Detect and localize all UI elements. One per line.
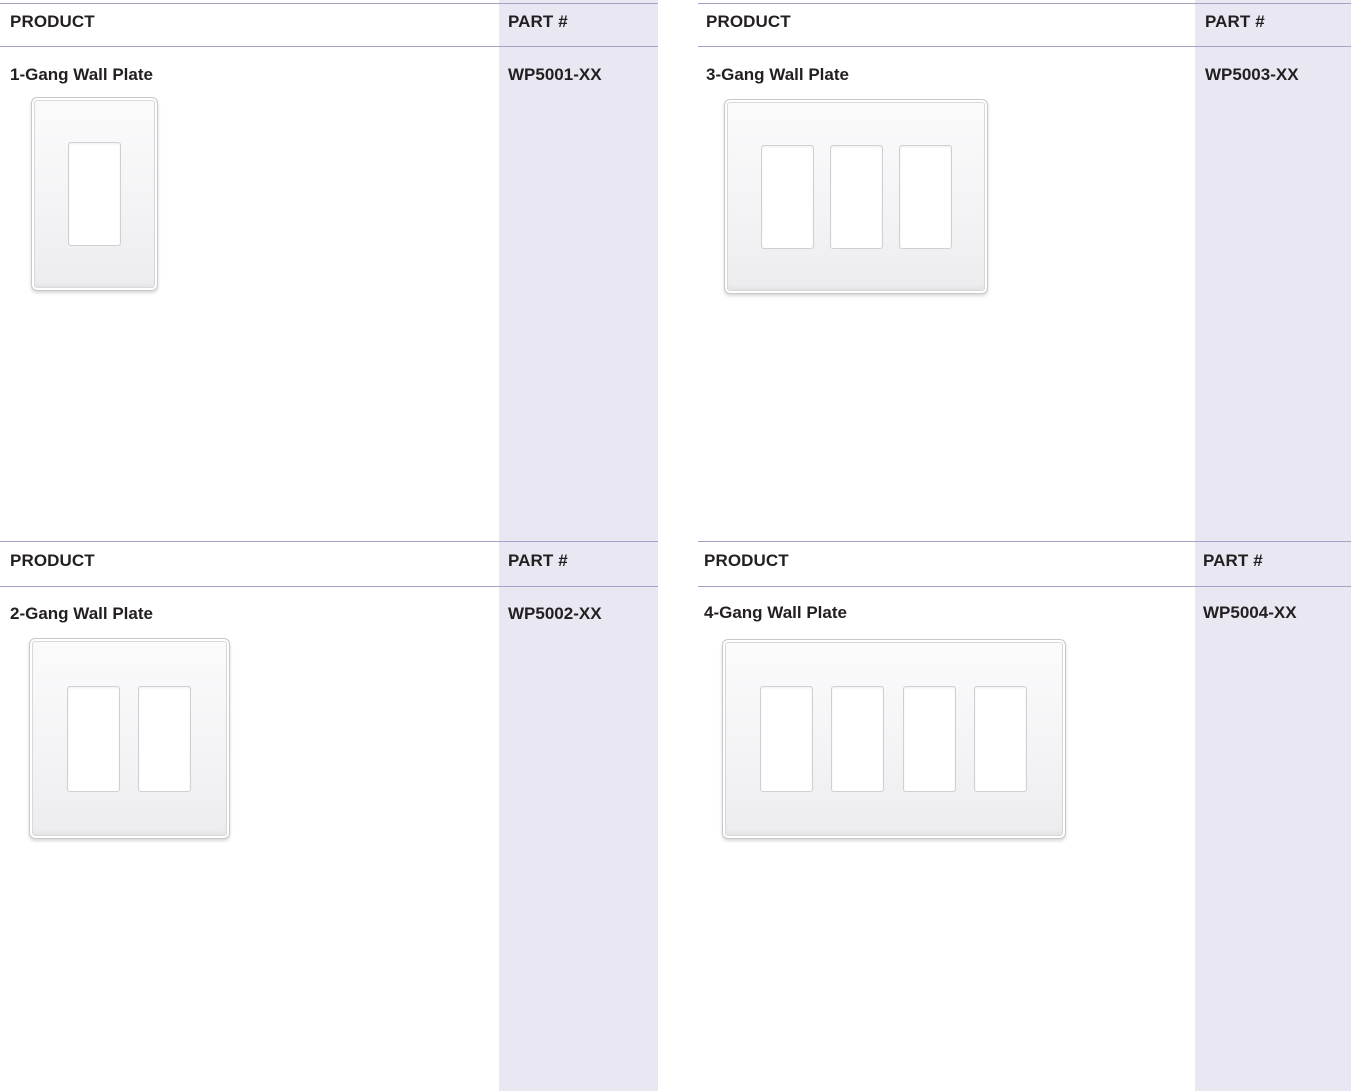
- plate-opening: [760, 686, 813, 792]
- product-panel-4-gang: PRODUCT PART # 4-Gang Wall Plate WP5004-…: [698, 541, 1351, 1091]
- product-name: 4-Gang Wall Plate: [704, 603, 847, 622]
- product-header: PRODUCT: [10, 12, 95, 31]
- plate-opening: [899, 145, 952, 249]
- top-rule: [698, 541, 1351, 542]
- top-rule: [698, 3, 1351, 4]
- plate-opening: [830, 145, 883, 249]
- product-name: 2-Gang Wall Plate: [10, 604, 153, 623]
- product-name: 1-Gang Wall Plate: [10, 65, 153, 84]
- product-header: PRODUCT: [706, 12, 791, 31]
- plate-opening: [67, 686, 120, 792]
- part-number: WP5003-XX: [1205, 65, 1299, 84]
- top-rule: [0, 3, 658, 4]
- product-header: PRODUCT: [10, 551, 95, 570]
- product-panel-1-gang: PRODUCT PART # 1-Gang Wall Plate WP5001-…: [0, 0, 658, 541]
- wall-plate-image: [29, 638, 230, 839]
- plate-opening: [831, 686, 884, 792]
- part-number: WP5004-XX: [1203, 603, 1297, 622]
- wall-plate-image: [724, 99, 988, 294]
- plate-opening: [761, 145, 814, 249]
- product-panel-3-gang: PRODUCT PART # 3-Gang Wall Plate WP5003-…: [698, 0, 1351, 541]
- part-number: WP5001-XX: [508, 65, 602, 84]
- header-rule: [698, 46, 1351, 47]
- plate-opening: [138, 686, 191, 792]
- part-header: PART #: [508, 12, 568, 31]
- product-header: PRODUCT: [704, 551, 789, 570]
- part-header: PART #: [508, 551, 568, 570]
- plate-opening: [68, 142, 121, 246]
- top-rule: [0, 541, 658, 542]
- plate-opening: [974, 686, 1027, 792]
- header-rule: [0, 46, 658, 47]
- part-column: [1195, 541, 1351, 1091]
- part-header: PART #: [1205, 12, 1265, 31]
- wall-plate-image: [722, 639, 1066, 839]
- product-name: 3-Gang Wall Plate: [706, 65, 849, 84]
- part-number: WP5002-XX: [508, 604, 602, 623]
- header-rule: [698, 586, 1351, 587]
- part-header: PART #: [1203, 551, 1263, 570]
- product-panel-2-gang: PRODUCT PART # 2-Gang Wall Plate WP5002-…: [0, 541, 658, 1091]
- header-rule: [0, 586, 658, 587]
- plate-opening: [903, 686, 956, 792]
- wall-plate-image: [31, 97, 158, 291]
